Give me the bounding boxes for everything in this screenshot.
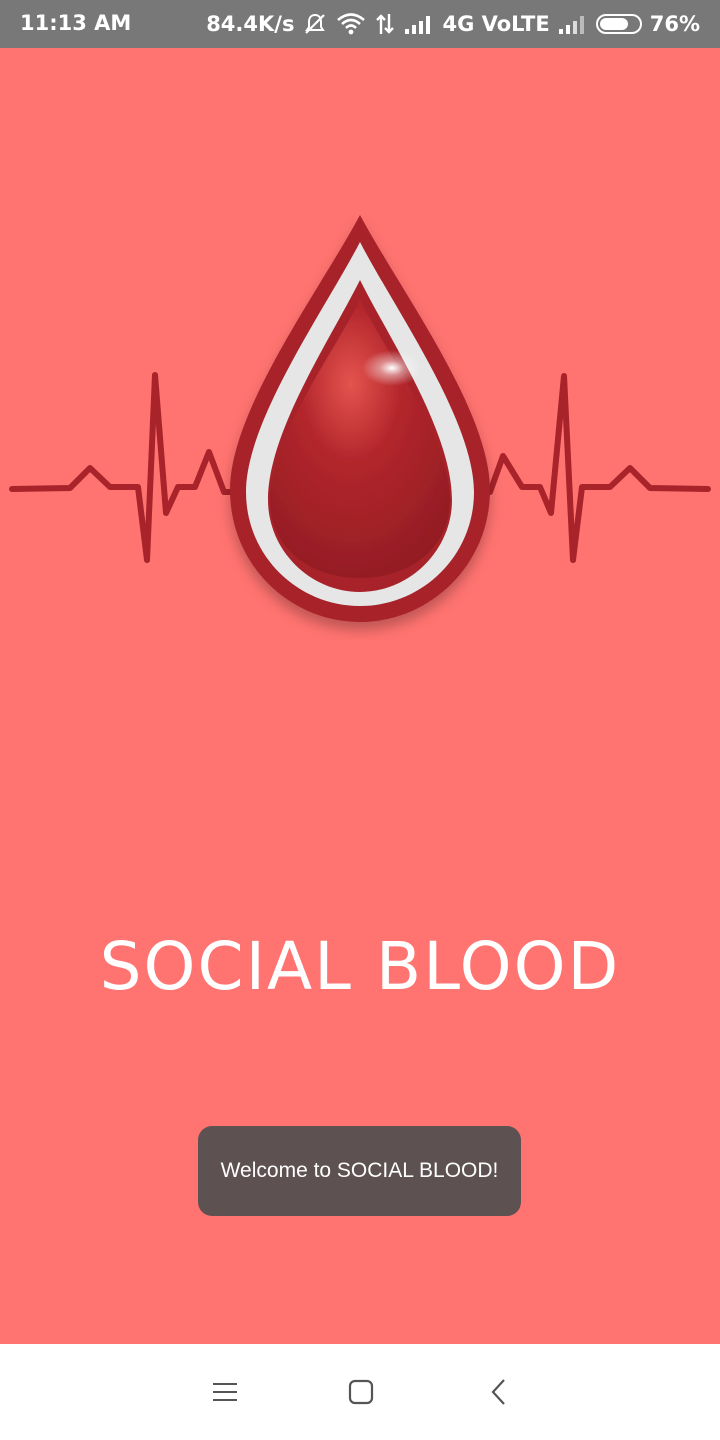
app-title: SOCIAL BLOOD [99,928,621,1005]
back-icon [491,1379,505,1405]
signal-icon-2 [558,14,588,34]
notifications-off-icon [302,11,328,37]
status-time: 11:13 AM [20,11,132,35]
network-type: 4G VoLTE [442,12,550,36]
splash-screen: 11:13 AM 84.4K/s 4G VoLTE 76% SOCIAL BLO… [0,0,720,1440]
back-button[interactable] [479,1372,519,1412]
blood-drop [230,215,490,622]
wifi-icon [336,12,366,36]
menu-icon [213,1383,237,1401]
battery-level [599,18,628,30]
home-icon [348,1379,374,1405]
status-bar: 11:13 AM 84.4K/s 4G VoLTE 76% [0,0,720,48]
home-button[interactable] [341,1372,381,1412]
navigation-bar [0,1344,720,1440]
battery-icon [595,14,642,34]
blood-drop-heartbeat-logo [9,215,711,622]
menu-button[interactable] [205,1372,245,1412]
status-indicators: 84.4K/s 4G VoLTE 76% [206,0,700,48]
battery-percent: 76% [649,12,700,36]
net-speed: 84.4K/s [206,12,295,36]
toast-text: Welcome to SOCIAL BLOOD! [220,1159,499,1182]
toast-message: Welcome to SOCIAL BLOOD! [198,1126,521,1216]
data-transfer-icon [374,12,396,36]
signal-icon [404,14,434,34]
